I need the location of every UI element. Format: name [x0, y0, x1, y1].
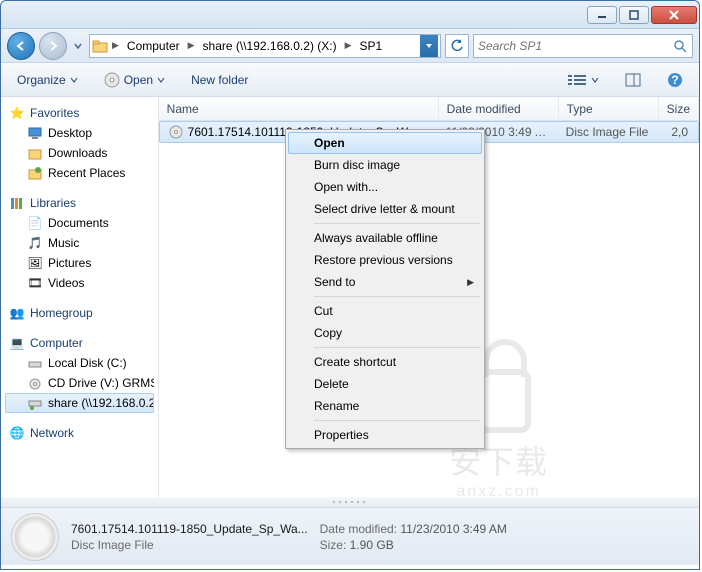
- tree-pictures[interactable]: 🖼Pictures: [5, 253, 154, 273]
- organize-button[interactable]: Organize: [9, 70, 86, 90]
- disc-image-icon: [168, 124, 184, 140]
- column-headers: Name Date modified Type Size: [159, 97, 699, 121]
- refresh-button[interactable]: [445, 34, 469, 58]
- search-icon[interactable]: [672, 38, 688, 54]
- col-date[interactable]: Date modified: [439, 97, 559, 120]
- ctx-rename[interactable]: Rename: [288, 395, 482, 417]
- details-pane: 7601.17514.101119-1850_Update_Sp_Wa... D…: [1, 507, 699, 565]
- libraries-icon: [9, 195, 25, 211]
- ctx-burn[interactable]: Burn disc image: [288, 154, 482, 176]
- resize-grip[interactable]: [1, 497, 699, 507]
- nav-tree: ⭐Favorites Desktop Downloads Recent Plac…: [1, 97, 159, 497]
- col-name[interactable]: Name: [159, 97, 439, 120]
- ctx-open-with[interactable]: Open with...: [288, 176, 482, 198]
- disc-icon: [104, 72, 120, 88]
- downloads-icon: [27, 145, 43, 161]
- ctx-mount[interactable]: Select drive letter & mount: [288, 198, 482, 220]
- tree-recent[interactable]: Recent Places: [5, 163, 154, 183]
- folder-icon: [92, 38, 108, 54]
- back-button[interactable]: [7, 32, 35, 60]
- recent-icon: [27, 165, 43, 181]
- computer-icon: 💻: [9, 335, 25, 351]
- pictures-icon: 🖼: [27, 255, 43, 271]
- desktop-icon: [27, 125, 43, 141]
- tree-homegroup[interactable]: 👥Homegroup: [5, 303, 154, 323]
- ctx-sep: [314, 347, 480, 348]
- tree-documents[interactable]: 📄Documents: [5, 213, 154, 233]
- help-button[interactable]: ?: [659, 69, 691, 91]
- history-dropdown[interactable]: [71, 34, 85, 58]
- ctx-restore[interactable]: Restore previous versions: [288, 249, 482, 271]
- tree-desktop[interactable]: Desktop: [5, 123, 154, 143]
- ctx-offline[interactable]: Always available offline: [288, 227, 482, 249]
- address-dropdown[interactable]: [420, 35, 438, 57]
- chevron-right-icon[interactable]: ▶: [112, 40, 119, 51]
- context-menu: Open Burn disc image Open with... Select…: [285, 129, 485, 449]
- close-button[interactable]: [651, 6, 697, 24]
- ctx-sep: [314, 420, 480, 421]
- address-bar[interactable]: ▶ Computer ▶ share (\\192.168.0.2) (X:) …: [89, 34, 441, 58]
- tree-libraries[interactable]: Libraries: [5, 193, 154, 213]
- ctx-shortcut[interactable]: Create shortcut: [288, 351, 482, 373]
- videos-icon: 🎞: [27, 275, 43, 291]
- ctx-sep: [314, 223, 480, 224]
- tree-network[interactable]: 🌐Network: [5, 423, 154, 443]
- svg-text:?: ?: [671, 73, 678, 87]
- details-filetype: Disc Image File: [71, 538, 308, 552]
- documents-icon: 📄: [27, 215, 43, 231]
- chevron-right-icon[interactable]: ▶: [188, 40, 195, 51]
- toolbar: Organize Open New folder ?: [1, 63, 699, 97]
- tree-videos[interactable]: 🎞Videos: [5, 273, 154, 293]
- preview-pane-button[interactable]: [617, 70, 649, 90]
- music-icon: 🎵: [27, 235, 43, 251]
- view-options-button[interactable]: [559, 70, 607, 90]
- ctx-cut[interactable]: Cut: [288, 300, 482, 322]
- tree-cd-drive[interactable]: CD Drive (V:) GRMSP1: [5, 373, 154, 393]
- cd-icon: [27, 375, 43, 391]
- explorer-window: ▶ Computer ▶ share (\\192.168.0.2) (X:) …: [0, 0, 700, 570]
- ctx-properties[interactable]: Properties: [288, 424, 482, 446]
- breadcrumb-computer[interactable]: Computer: [123, 37, 184, 55]
- details-size: Size: 1.90 GB: [320, 538, 507, 552]
- chevron-right-icon: ▶: [467, 277, 474, 288]
- ctx-copy[interactable]: Copy: [288, 322, 482, 344]
- file-type: Disc Image File: [558, 125, 658, 139]
- details-date: Date modified: 11/23/2010 3:49 AM: [320, 522, 507, 536]
- ctx-delete[interactable]: Delete: [288, 373, 482, 395]
- details-filename: 7601.17514.101119-1850_Update_Sp_Wa...: [71, 522, 308, 536]
- network-drive-icon: [27, 395, 43, 411]
- open-button[interactable]: Open: [96, 69, 173, 91]
- breadcrumb-share[interactable]: share (\\192.168.0.2) (X:): [199, 37, 341, 55]
- titlebar: [1, 1, 699, 29]
- network-icon: 🌐: [9, 425, 25, 441]
- col-size[interactable]: Size: [659, 97, 699, 120]
- drive-icon: [27, 355, 43, 371]
- tree-computer[interactable]: 💻Computer: [5, 333, 154, 353]
- minimize-button[interactable]: [587, 6, 617, 24]
- ctx-sep: [314, 296, 480, 297]
- ctx-send-to[interactable]: Send to▶: [288, 271, 482, 293]
- file-size: 2,0: [658, 125, 698, 139]
- chevron-right-icon[interactable]: ▶: [345, 40, 352, 51]
- nav-row: ▶ Computer ▶ share (\\192.168.0.2) (X:) …: [1, 29, 699, 63]
- tree-downloads[interactable]: Downloads: [5, 143, 154, 163]
- maximize-button[interactable]: [619, 6, 649, 24]
- ctx-open[interactable]: Open: [288, 132, 482, 154]
- col-type[interactable]: Type: [559, 97, 659, 120]
- tree-music[interactable]: 🎵Music: [5, 233, 154, 253]
- tree-favorites[interactable]: ⭐Favorites: [5, 103, 154, 123]
- disc-image-icon: [11, 513, 59, 561]
- breadcrumb-sp1[interactable]: SP1: [356, 37, 387, 55]
- new-folder-button[interactable]: New folder: [183, 70, 256, 90]
- homegroup-icon: 👥: [9, 305, 25, 321]
- forward-button[interactable]: [39, 32, 67, 60]
- search-input[interactable]: [478, 39, 672, 53]
- tree-network-share[interactable]: share (\\192.168.0.2): [5, 393, 154, 413]
- tree-local-disk[interactable]: Local Disk (C:): [5, 353, 154, 373]
- star-icon: ⭐: [9, 105, 25, 121]
- search-box[interactable]: [473, 34, 693, 58]
